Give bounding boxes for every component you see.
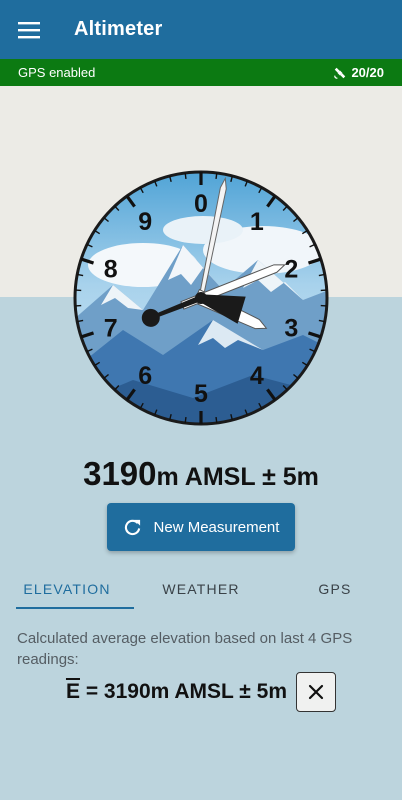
satellite-icon <box>334 67 346 79</box>
dial-numeral: 3 <box>284 314 298 342</box>
elevation-value: 3190 <box>83 455 157 492</box>
minor-tick <box>215 172 218 180</box>
average-elevation-row: E = 3190m AMSL ± 5m <box>0 672 402 712</box>
gps-status-bar: GPS enabled 20/20 <box>0 59 402 86</box>
dial-numeral: 0 <box>194 190 208 218</box>
minor-tick <box>184 416 187 424</box>
average-elevation-value: = 3190m AMSL ± 5m <box>79 680 288 703</box>
dial-numeral: 1 <box>250 208 264 236</box>
app-title: Altimeter <box>74 18 163 40</box>
elevation-description: Calculated average elevation based on la… <box>17 630 353 668</box>
satellite-count-text: 20/20 <box>351 65 384 80</box>
dial-numeral: 7 <box>104 314 118 342</box>
hamburger-menu-icon <box>18 21 40 38</box>
minor-tick <box>215 416 218 424</box>
elevation-reading: 3190m AMSL ± 5m <box>0 455 402 493</box>
gps-status-text: GPS enabled <box>18 65 96 80</box>
average-elevation: E = 3190m AMSL ± 5m <box>66 680 287 704</box>
close-icon <box>308 684 324 700</box>
app-bar: Altimeter <box>0 0 402 59</box>
dial-numeral: 4 <box>250 362 264 390</box>
minor-tick <box>184 172 187 180</box>
refresh-icon <box>124 519 140 535</box>
satellite-count: 20/20 <box>333 65 384 80</box>
dial-numeral: 8 <box>104 256 118 284</box>
tab-gps[interactable]: GPS <box>268 567 402 611</box>
new-measurement-button[interactable]: New Measurement <box>107 503 295 551</box>
tab-bar: ELEVATION WEATHER GPS <box>0 567 402 611</box>
new-measurement-label: New Measurement <box>153 518 280 536</box>
dial-numeral: 2 <box>284 256 298 284</box>
dial-numeral: 5 <box>194 380 208 408</box>
dial-numeral: 9 <box>138 208 152 236</box>
tab-elevation[interactable]: ELEVATION <box>0 567 134 611</box>
average-symbol: E <box>65 680 80 703</box>
dial-hub <box>195 292 207 304</box>
clear-readings-button[interactable] <box>296 672 337 712</box>
altimeter-dial: 0 12 34 5 67 89 <box>73 170 329 426</box>
elevation-unit: m AMSL ± 5m <box>156 463 319 491</box>
tab-weather[interactable]: WEATHER <box>134 567 268 611</box>
dial-numeral: 6 <box>138 362 152 390</box>
menu-button[interactable] <box>0 0 58 59</box>
